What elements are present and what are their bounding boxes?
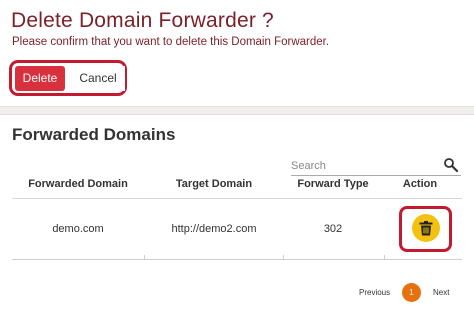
pagination-next[interactable]: Next xyxy=(433,288,449,297)
confirm-title: Delete Domain Forwarder ? xyxy=(11,9,274,32)
header-divider xyxy=(12,198,462,199)
cancel-button[interactable]: Cancel xyxy=(71,66,125,91)
pagination-current-page[interactable]: 1 xyxy=(402,283,421,302)
delete-row-button[interactable] xyxy=(412,214,440,242)
confirm-message: Please confirm that you want to delete t… xyxy=(12,36,330,48)
forwarded-domains-panel: Forwarded Domains Forwarded Domain Targe… xyxy=(0,114,474,315)
column-header-forward-type[interactable]: Forward Type xyxy=(285,178,381,190)
pagination-previous[interactable]: Previous xyxy=(359,288,390,297)
cell-forward-type: 302 xyxy=(323,223,343,235)
search-box xyxy=(291,157,461,176)
search-input[interactable] xyxy=(291,158,436,174)
cell-target-domain: http://demo2.com xyxy=(171,223,257,235)
trash-icon xyxy=(419,220,433,235)
section-title: Forwarded Domains xyxy=(12,125,176,144)
delete-confirm-panel: Delete Domain Forwarder ? Please confirm… xyxy=(0,0,474,107)
search-icon[interactable] xyxy=(443,157,459,173)
delete-button[interactable]: Delete xyxy=(15,66,65,91)
column-header-target-domain[interactable]: Target Domain xyxy=(146,178,282,190)
row-divider xyxy=(12,259,462,260)
column-divider xyxy=(144,255,145,260)
column-header-forwarded-domain[interactable]: Forwarded Domain xyxy=(12,178,144,190)
column-divider xyxy=(384,255,385,260)
column-divider xyxy=(283,255,284,260)
cell-forwarded-domain: demo.com xyxy=(52,223,104,235)
column-header-action: Action xyxy=(402,178,438,190)
